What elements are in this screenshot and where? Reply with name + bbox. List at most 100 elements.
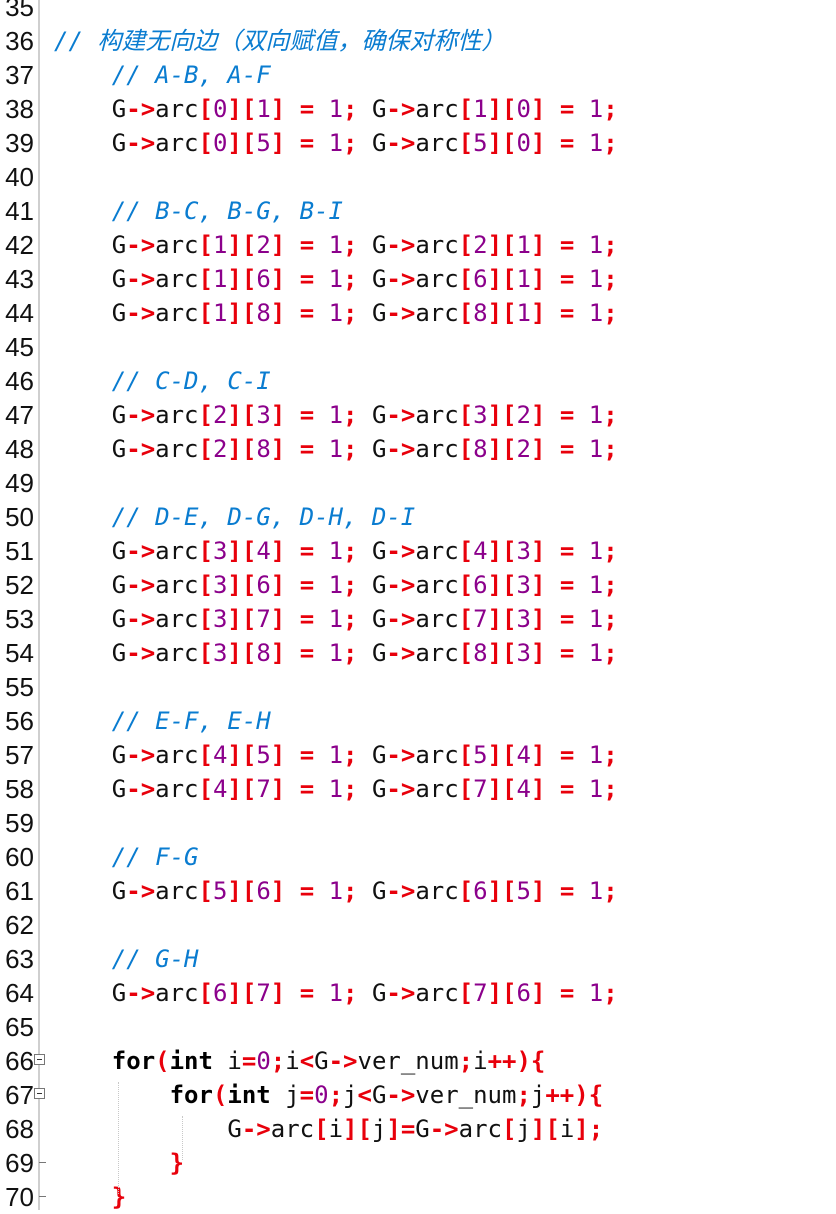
line-number: 67 [5, 1080, 34, 1110]
code-text[interactable]: G->arc[5][6] = 1; G->arc[6][5] = 1; [54, 874, 618, 908]
code-text[interactable]: } [54, 1180, 126, 1214]
line-number: 42 [5, 230, 34, 260]
line-number: 36 [5, 26, 34, 56]
code-line[interactable]: 64 G->arc[6][7] = 1; G->arc[7][6] = 1; [0, 976, 836, 1010]
code-text[interactable]: // F-G [54, 840, 199, 874]
code-line[interactable]: 44 G->arc[1][8] = 1; G->arc[8][1] = 1; [0, 296, 836, 330]
code-line[interactable]: 51 G->arc[3][4] = 1; G->arc[4][3] = 1; [0, 534, 836, 568]
code-text[interactable]: G->arc[3][7] = 1; G->arc[7][3] = 1; [54, 602, 618, 636]
line-number: 35 [5, 0, 34, 22]
line-number: 37 [5, 60, 34, 90]
code-text[interactable]: G->arc[3][6] = 1; G->arc[6][3] = 1; [54, 568, 618, 602]
code-line[interactable]: 38 G->arc[0][1] = 1; G->arc[1][0] = 1; [0, 92, 836, 126]
code-line[interactable]: 60 // F-G [0, 840, 836, 874]
code-line[interactable]: 59 [0, 806, 836, 840]
code-line[interactable]: 54 G->arc[3][8] = 1; G->arc[8][3] = 1; [0, 636, 836, 670]
line-number: 60 [5, 842, 34, 872]
code-line[interactable]: 50 // D-E, D-G, D-H, D-I [0, 500, 836, 534]
code-line[interactable]: 36 // 构建无向边（双向赋值，确保对称性） [0, 24, 836, 58]
code-text[interactable]: G->arc[4][7] = 1; G->arc[7][4] = 1; [54, 772, 618, 806]
fold-toggle-icon[interactable] [34, 1054, 45, 1065]
code-line[interactable]: 45 [0, 330, 836, 364]
line-number: 57 [5, 740, 34, 770]
code-text[interactable]: // B-C, B-G, B-I [54, 194, 343, 228]
code-line[interactable]: 61 G->arc[5][6] = 1; G->arc[6][5] = 1; [0, 874, 836, 908]
code-line[interactable]: 52 G->arc[3][6] = 1; G->arc[6][3] = 1; [0, 568, 836, 602]
code-line[interactable]: 40 [0, 160, 836, 194]
code-text[interactable]: } [54, 1146, 184, 1180]
code-text[interactable]: G->arc[1][6] = 1; G->arc[6][1] = 1; [54, 262, 618, 296]
code-line[interactable]: 43 G->arc[1][6] = 1; G->arc[6][1] = 1; [0, 262, 836, 296]
line-number: 46 [5, 366, 34, 396]
line-number: 59 [5, 808, 34, 838]
line-number: 51 [5, 536, 34, 566]
code-text[interactable]: G->arc[3][8] = 1; G->arc[8][3] = 1; [54, 636, 618, 670]
line-number: 55 [5, 672, 34, 702]
code-line[interactable]: 53 G->arc[3][7] = 1; G->arc[7][3] = 1; [0, 602, 836, 636]
line-number: 65 [5, 1012, 34, 1042]
code-line[interactable]: 39 G->arc[0][5] = 1; G->arc[5][0] = 1; [0, 126, 836, 160]
line-number: 68 [5, 1114, 34, 1144]
line-number: 53 [5, 604, 34, 634]
code-line[interactable]: 49 [0, 466, 836, 500]
code-line[interactable]: 65 [0, 1010, 836, 1044]
line-number: 66 [5, 1046, 34, 1076]
fold-end-marker [39, 1162, 46, 1163]
code-text[interactable]: G->arc[6][7] = 1; G->arc[7][6] = 1; [54, 976, 618, 1010]
code-line[interactable]: 56 // E-F, E-H [0, 704, 836, 738]
code-line[interactable]: 58 G->arc[4][7] = 1; G->arc[7][4] = 1; [0, 772, 836, 806]
line-number: 41 [5, 196, 34, 226]
code-text[interactable]: G->arc[i][j]=G->arc[j][i]; [54, 1112, 603, 1146]
line-number: 38 [5, 94, 34, 124]
fold-toggle-icon[interactable] [34, 1088, 45, 1099]
code-line[interactable]: 70 } [0, 1180, 836, 1214]
code-text[interactable]: G->arc[1][8] = 1; G->arc[8][1] = 1; [54, 296, 618, 330]
code-text[interactable]: for(int j=0;j<G->ver_num;j++){ [54, 1078, 604, 1112]
code-line[interactable]: 55 [0, 670, 836, 704]
line-number: 45 [5, 332, 34, 362]
code-line[interactable]: 35 [0, 0, 836, 24]
line-number: 43 [5, 264, 34, 294]
line-number: 47 [5, 400, 34, 430]
code-line[interactable]: 48 G->arc[2][8] = 1; G->arc[8][2] = 1; [0, 432, 836, 466]
code-editor[interactable]: 35 36// 构建无向边（双向赋值，确保对称性） 37 // A-B, A-F 38… [0, 0, 836, 1212]
line-number: 62 [5, 910, 34, 940]
indent-guide [182, 1116, 183, 1160]
code-text[interactable]: for(int i=0;i<G->ver_num;i++){ [54, 1044, 546, 1078]
code-line[interactable]: 67 for(int j=0;j<G->ver_num;j++){ [0, 1078, 836, 1112]
line-number: 56 [5, 706, 34, 736]
code-text[interactable]: // C-D, C-I [54, 364, 271, 398]
line-number: 70 [5, 1182, 34, 1212]
code-line[interactable]: 62 [0, 908, 836, 942]
code-line[interactable]: 63 // G-H [0, 942, 836, 976]
code-text[interactable]: G->arc[1][2] = 1; G->arc[2][1] = 1; [54, 228, 618, 262]
code-line[interactable]: 68 G->arc[i][j]=G->arc[j][i]; [0, 1112, 836, 1146]
code-text[interactable]: G->arc[4][5] = 1; G->arc[5][4] = 1; [54, 738, 618, 772]
code-text[interactable]: // D-E, D-G, D-H, D-I [54, 500, 415, 534]
code-line[interactable]: 66 for(int i=0;i<G->ver_num;i++){ [0, 1044, 836, 1078]
code-line[interactable]: 41 // B-C, B-G, B-I [0, 194, 836, 228]
code-line[interactable]: 69 } [0, 1146, 836, 1180]
code-text[interactable]: // G-H [54, 942, 199, 976]
code-text[interactable]: // E-F, E-H [54, 704, 271, 738]
code-text[interactable]: G->arc[0][5] = 1; G->arc[5][0] = 1; [54, 126, 618, 160]
code-line[interactable]: 46 // C-D, C-I [0, 364, 836, 398]
line-number: 48 [5, 434, 34, 464]
code-text[interactable]: G->arc[2][3] = 1; G->arc[3][2] = 1; [54, 398, 618, 432]
code-line[interactable]: 47 G->arc[2][3] = 1; G->arc[3][2] = 1; [0, 398, 836, 432]
code-line[interactable]: 57 G->arc[4][5] = 1; G->arc[5][4] = 1; [0, 738, 836, 772]
code-text[interactable]: G->arc[0][1] = 1; G->arc[1][0] = 1; [54, 92, 618, 126]
line-number: 49 [5, 468, 34, 498]
line-number: 44 [5, 298, 34, 328]
line-number: 63 [5, 944, 34, 974]
code-line[interactable]: 42 G->arc[1][2] = 1; G->arc[2][1] = 1; [0, 228, 836, 262]
line-number: 50 [5, 502, 34, 532]
code-text[interactable]: // 构建无向边（双向赋值，确保对称性） [54, 24, 505, 58]
code-line[interactable]: 37 // A-B, A-F [0, 58, 836, 92]
line-number: 64 [5, 978, 34, 1008]
line-number: 58 [5, 774, 34, 804]
code-text[interactable]: G->arc[2][8] = 1; G->arc[8][2] = 1; [54, 432, 618, 466]
code-text[interactable]: // A-B, A-F [54, 58, 271, 92]
code-text[interactable]: G->arc[3][4] = 1; G->arc[4][3] = 1; [54, 534, 618, 568]
line-number: 40 [5, 162, 34, 192]
